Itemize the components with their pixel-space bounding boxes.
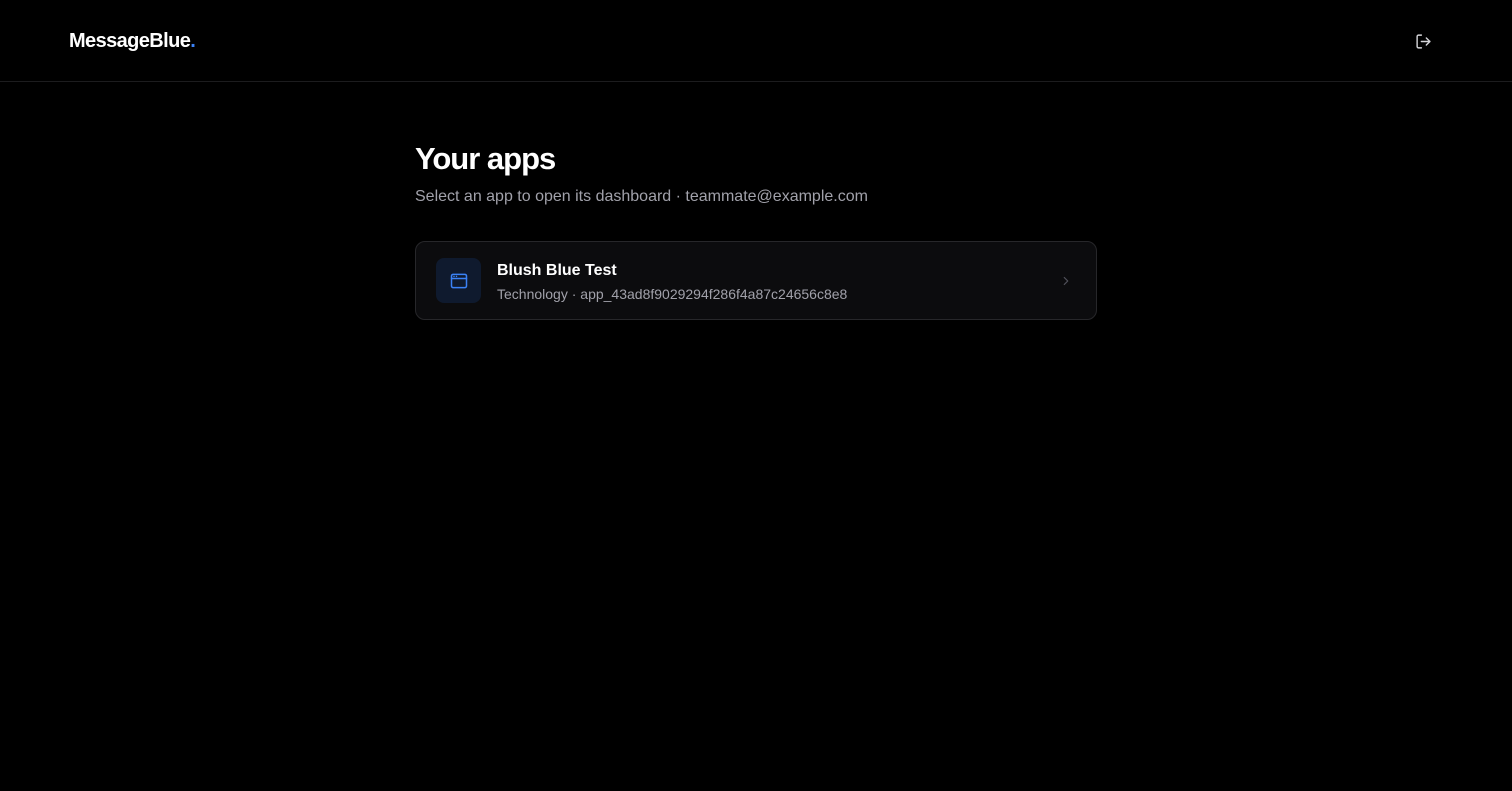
chevron-right-icon: [1058, 272, 1074, 290]
brand-text: MessageBlue: [69, 30, 191, 52]
app-meta-separator: ·: [567, 286, 581, 302]
app-icon-tile: [436, 258, 481, 303]
brand-logo[interactable]: MessageBlue.: [69, 29, 196, 53]
page-subtitle: Select an app to open its dashboard · te…: [415, 187, 1097, 207]
page-title: Your apps: [415, 141, 556, 176]
app-category: Technology: [497, 286, 568, 302]
logout-icon: [1415, 33, 1431, 49]
app-name: Blush Blue Test: [497, 262, 617, 279]
apps-section: Your apps Select an app to open its dash…: [415, 140, 1097, 320]
logout-button[interactable]: [1408, 26, 1438, 56]
app-meta: Technology · app_43ad8f9029294f286f4a87c…: [497, 285, 847, 303]
app-id: app_43ad8f9029294f286f4a87c24656c8e8: [580, 286, 848, 302]
browser-window-icon: [450, 273, 467, 288]
brand-dot: .: [190, 30, 196, 52]
user-email: teammate@example.com: [685, 188, 868, 205]
subtitle-separator: ·: [671, 188, 686, 205]
top-bar: MessageBlue.: [0, 0, 1512, 82]
app-card[interactable]: Blush Blue Test Technology · app_43ad8f9…: [415, 241, 1097, 320]
subtitle-text: Select an app to open its dashboard: [415, 188, 672, 205]
